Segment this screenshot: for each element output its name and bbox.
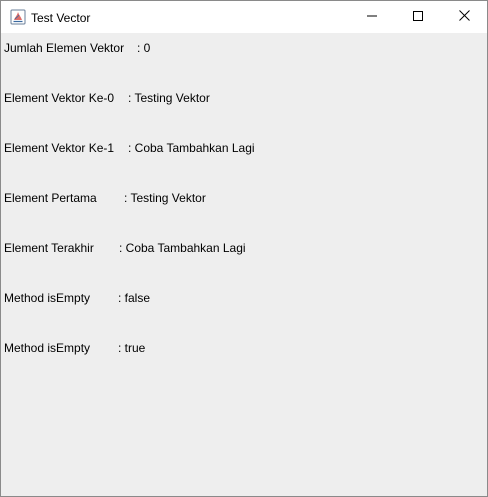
close-button[interactable] (441, 1, 487, 33)
title-bar[interactable]: Test Vector (1, 1, 487, 33)
close-icon (458, 8, 470, 26)
content-panel: Jumlah Elemen Vektor : 0 Element Vektor … (1, 33, 487, 496)
minimize-button[interactable] (349, 1, 395, 33)
row-label: Element Vektor Ke-1 (4, 141, 115, 155)
row-value: : Testing Vektor (124, 191, 206, 205)
app-window: Test Vector Jumlah Elemen Vektor: 0 Ele… (0, 0, 488, 497)
row-label: Element Pertama (4, 191, 97, 205)
minimize-icon (367, 8, 377, 26)
row-value: : Coba Tambahkan Lagi (128, 141, 255, 155)
row-value: : true (118, 341, 146, 355)
maximize-button[interactable] (395, 1, 441, 33)
row-value: : 0 (137, 41, 151, 55)
window-title: Test Vector (31, 11, 91, 25)
row-label: Method isEmpty (4, 291, 91, 305)
java-app-icon[interactable] (10, 9, 26, 25)
row-label: Element Vektor Ke-0 (4, 91, 115, 105)
row-label: Jumlah Elemen Vektor (4, 41, 125, 55)
row-value: : false (118, 291, 151, 305)
row-label: Element Terakhir (4, 241, 94, 255)
row-value: : Coba Tambahkan Lagi (119, 241, 246, 255)
row-label: Method isEmpty (4, 341, 91, 355)
row-value: : Testing Vektor (128, 91, 210, 105)
maximize-icon (413, 8, 423, 26)
